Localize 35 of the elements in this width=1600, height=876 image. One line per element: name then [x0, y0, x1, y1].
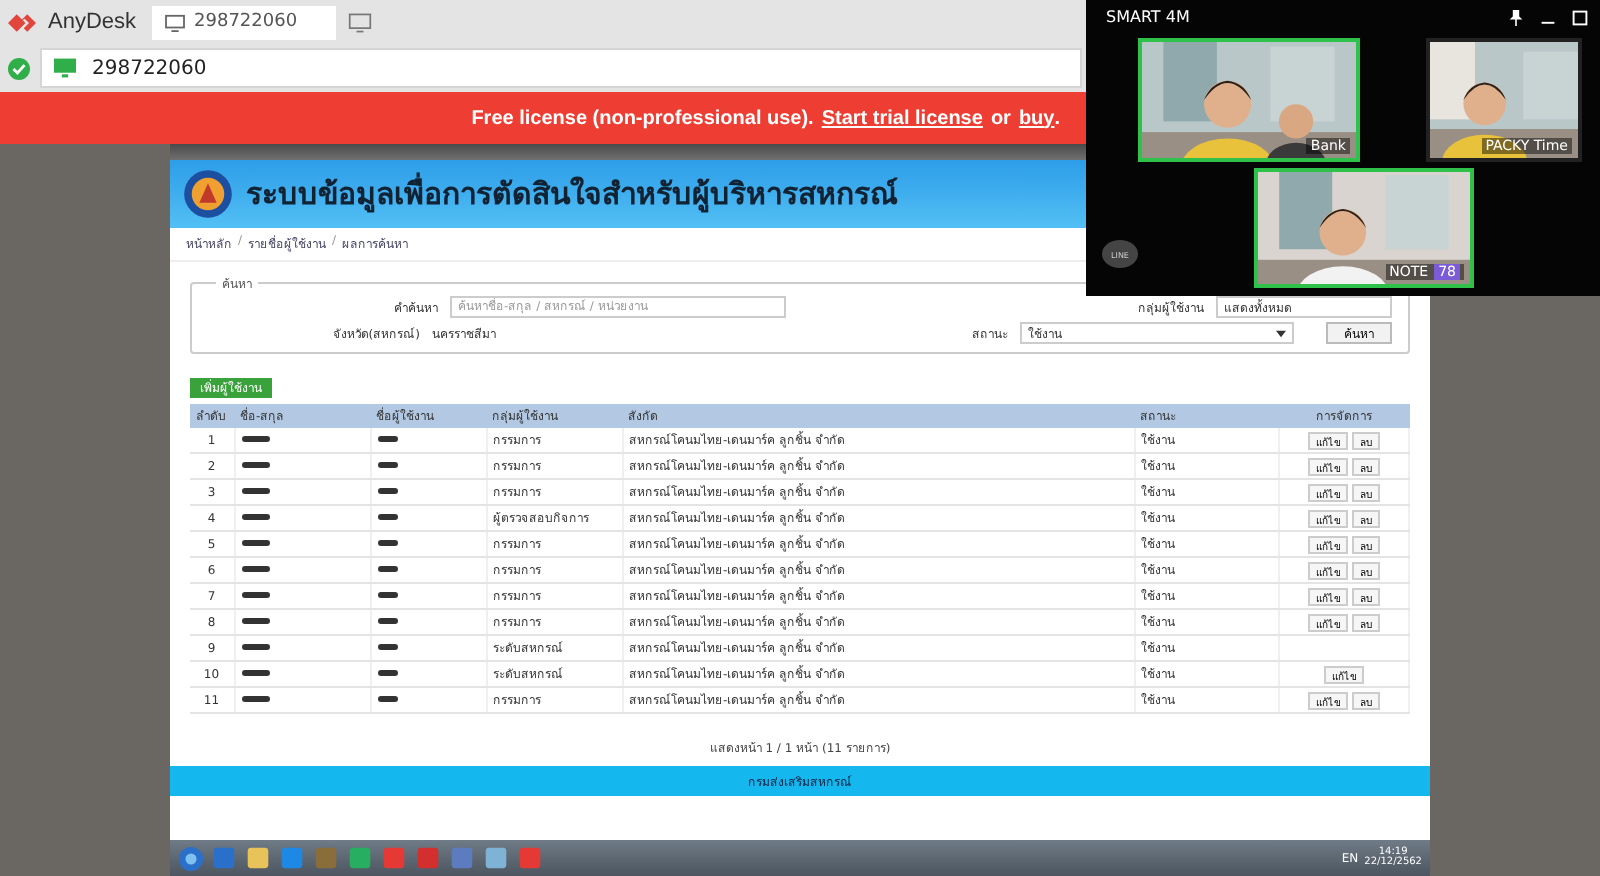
emblem-icon [182, 168, 234, 220]
redaction-mark [241, 514, 269, 521]
screen-icon [54, 58, 76, 78]
redaction-mark [241, 670, 269, 677]
anydesk-logo-icon [8, 11, 36, 33]
maximize-icon[interactable] [1572, 9, 1588, 25]
monitor-icon[interactable] [348, 11, 373, 33]
app-icon[interactable] [348, 846, 372, 870]
app-icon[interactable] [450, 846, 474, 870]
monitor-icon [164, 13, 187, 31]
redaction-mark [241, 436, 269, 443]
conjunction-text: or [990, 107, 1011, 129]
app-icon[interactable] [280, 846, 304, 870]
redaction-mark [241, 540, 269, 547]
session-tab[interactable]: 298722060 [152, 5, 337, 39]
address-field[interactable]: 298722060 [40, 48, 1082, 88]
license-notice: Free license (non-professional use). [471, 107, 814, 129]
buy-link[interactable]: buy [1018, 107, 1055, 129]
call-title: SMART 4M [1106, 8, 1190, 26]
pin-icon[interactable] [1508, 9, 1524, 25]
redaction-mark [241, 696, 269, 703]
caret-icon [1276, 329, 1286, 337]
redaction-mark [241, 644, 269, 651]
redaction-mark [241, 618, 269, 625]
site-title: ระบบข้อมูลเพื่อการตัดสินใจสำหรับผู้บริหารสหกรณ์ [246, 170, 898, 217]
start-icon[interactable] [178, 845, 204, 871]
redaction-mark [241, 592, 269, 599]
app-icon[interactable] [246, 846, 270, 870]
redaction-mark [241, 566, 269, 573]
period-text: . [1054, 107, 1060, 129]
trial-license-link[interactable]: Start trial license [821, 107, 983, 129]
app-name: AnyDesk [48, 10, 137, 34]
redaction-mark [241, 488, 269, 495]
redaction-mark [241, 462, 269, 469]
app-icon[interactable] [484, 846, 508, 870]
